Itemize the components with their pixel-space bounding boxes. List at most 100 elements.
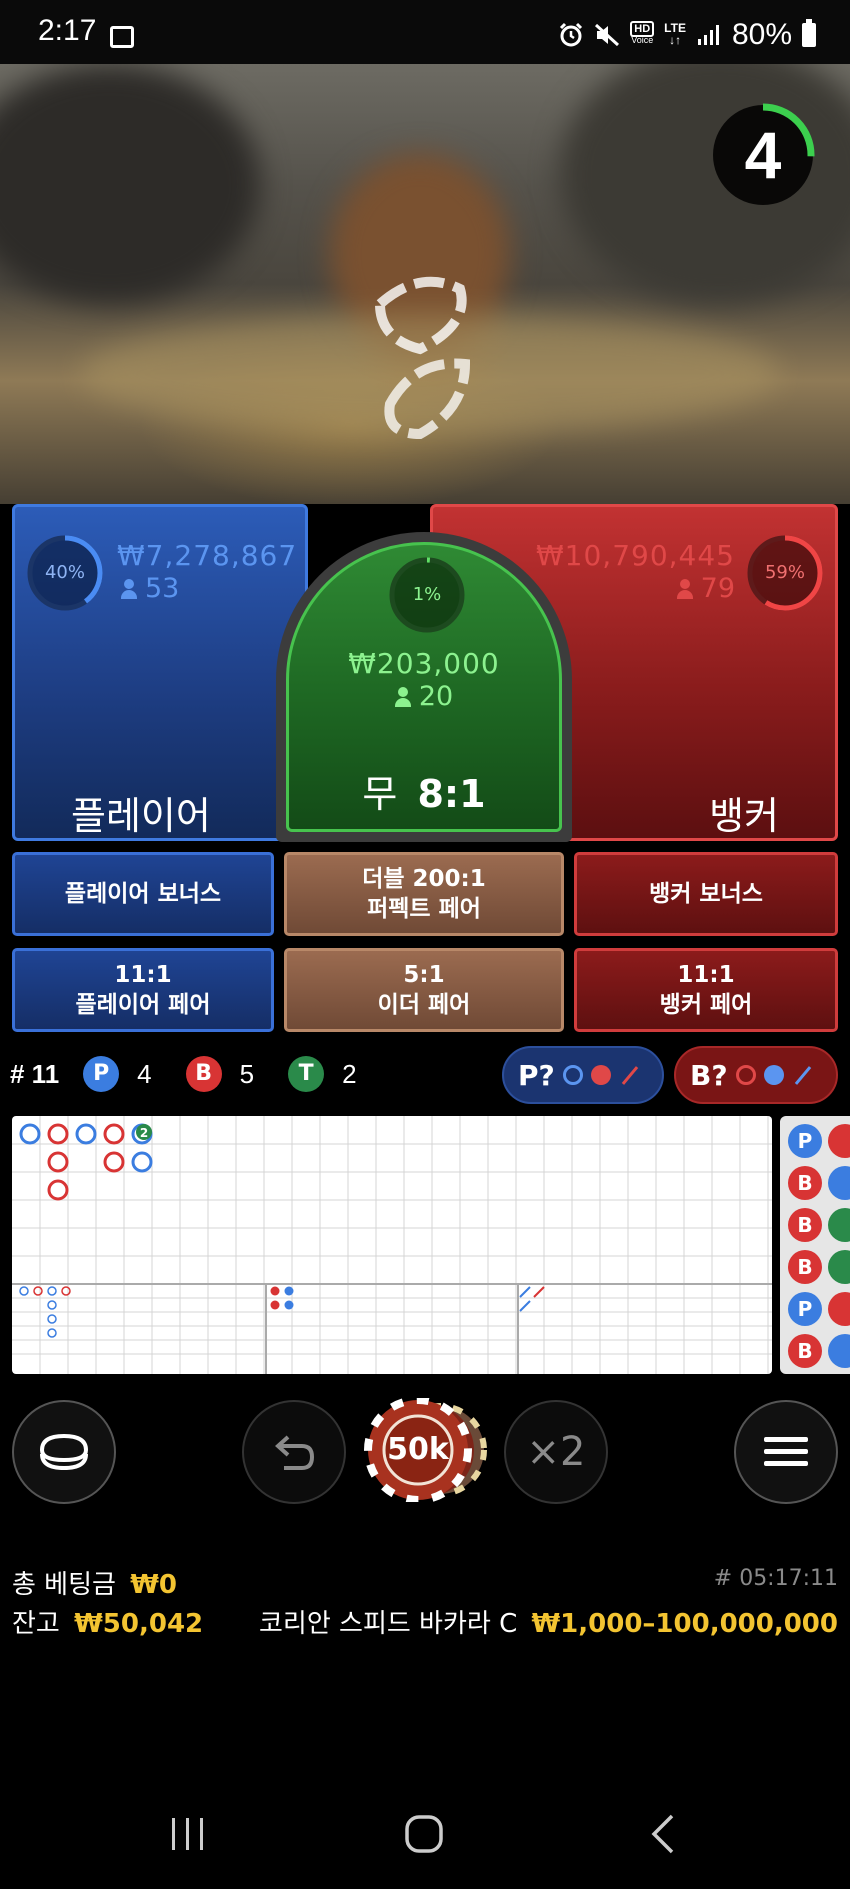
big-road-banker-mark <box>47 1151 69 1173</box>
player-bettors: 53 <box>121 573 179 604</box>
balance-value: ₩50,042 <box>74 1609 204 1639</box>
banker-badge: B <box>185 1056 222 1092</box>
scoreboard-roads[interactable]: 2 <box>12 1116 772 1374</box>
player-bet-amount: ₩7,278,867 <box>117 539 298 572</box>
banker-label: 뱅커 <box>709 794 779 838</box>
lobby-button[interactable] <box>12 1400 116 1504</box>
bead-road-banker: B <box>788 1250 822 1284</box>
countdown-timer: 4 <box>708 100 818 210</box>
tie-bet-inner: 1% ₩203,000 20 무 8:1 <box>286 542 562 832</box>
table-limits: ₩1,000–100,000,000 <box>531 1609 839 1639</box>
cockroach-road-mark <box>533 1286 545 1298</box>
banker-pair-button[interactable]: 11:1 뱅커 페어 <box>574 948 838 1032</box>
banker-pair-label: 뱅커 페어 <box>659 992 753 1018</box>
voice-label: Voice <box>631 35 654 45</box>
small-road-mark <box>270 1300 280 1310</box>
tie-bettors: 20 <box>289 681 559 712</box>
player-percent: 40% <box>44 562 85 583</box>
big-road-banker-mark <box>103 1151 125 1173</box>
player-percent-ring: 40% <box>25 533 105 613</box>
big-road-grid: 2 <box>12 1116 772 1374</box>
big-road-player-mark <box>75 1123 97 1145</box>
tie-percent: 1% <box>412 584 442 605</box>
menu-button[interactable] <box>734 1400 838 1504</box>
bead-road[interactable]: P B B B P B <box>780 1116 850 1374</box>
big-eye-road-mark <box>47 1328 57 1338</box>
cockroach-road-mark <box>519 1300 531 1312</box>
live-video: 4 <box>0 64 850 504</box>
total-bet-line: 총 베팅금 ₩0 <box>12 1564 177 1601</box>
player-bonus-label: 플레이어 보너스 <box>64 881 222 907</box>
total-bet-value: ₩0 <box>130 1570 177 1600</box>
home-icon[interactable] <box>402 1812 446 1856</box>
prediction-big-eye-icon <box>562 1065 583 1085</box>
game-id: # 05:17:11 <box>713 1566 838 1591</box>
perfect-pair-button[interactable]: 더블 200:1 퍼펙트 페어 <box>284 852 564 936</box>
banker-bet-amount: ₩10,790,445 <box>535 539 735 572</box>
banker-predict-label: B? <box>690 1058 728 1092</box>
player-win-count: 4 <box>137 1058 152 1089</box>
person-icon <box>676 578 693 599</box>
banker-pair-odds: 11:1 <box>677 962 735 988</box>
player-bonus-button[interactable]: 플레이어 보너스 <box>12 852 274 936</box>
double-bet-button[interactable]: ×2 <box>504 1400 608 1504</box>
loading-spinner-icon <box>374 276 471 440</box>
person-icon <box>394 686 411 707</box>
timer-value: 4 <box>744 118 782 192</box>
player-badge: P <box>83 1056 120 1092</box>
either-pair-label: 이더 페어 <box>377 992 471 1018</box>
big-eye-road-mark <box>47 1286 57 1296</box>
recent-apps-icon[interactable] <box>168 1814 208 1854</box>
balance-line: 잔고 ₩50,042 <box>12 1603 203 1640</box>
status-bar: 2:17 HD Voice LTE ↓↑ 80% <box>0 0 850 64</box>
status-icons: HD Voice LTE ↓↑ 80% <box>558 18 816 52</box>
player-pair-button[interactable]: 11:1 플레이어 페어 <box>12 948 274 1032</box>
tie-count: 2 <box>342 1058 357 1089</box>
player-bet-area[interactable]: 40% ₩7,278,867 53 플레이어 <box>12 504 308 841</box>
status-time: 2:17 <box>38 14 97 47</box>
banker-predict-button[interactable]: B? <box>674 1046 838 1104</box>
big-road-player-mark <box>131 1151 153 1173</box>
tie-odds: 8:1 <box>417 772 486 816</box>
small-road-mark <box>270 1286 280 1296</box>
table-info: 코리안 스피드 바카라 C ₩1,000–100,000,000 <box>259 1603 838 1640</box>
bead-road-banker: B <box>788 1166 822 1200</box>
banker-percent-ring: 59% <box>745 533 825 613</box>
tie-bet-area[interactable]: 1% ₩203,000 20 무 8:1 <box>276 532 572 842</box>
chip-value: 50k <box>387 1432 449 1467</box>
round-number: # 11 <box>10 1058 60 1089</box>
bead-road-banker: B <box>788 1334 822 1368</box>
tie-label-text: 무 <box>362 772 398 816</box>
bead-road-banker: B <box>788 1208 822 1242</box>
either-pair-odds: 5:1 <box>403 962 445 988</box>
cockroach-road-mark <box>519 1286 531 1298</box>
table-name: 코리안 스피드 바카라 C <box>259 1609 518 1639</box>
tie-bettor-count: 20 <box>418 681 454 712</box>
player-predict-button[interactable]: P? <box>502 1046 664 1104</box>
perfect-pair-odds: 더블 200:1 <box>362 866 486 892</box>
hamburger-menu-icon <box>764 1437 808 1466</box>
chip-selector[interactable]: 50k <box>358 1396 488 1504</box>
small-road-mark <box>284 1300 294 1310</box>
undo-button[interactable] <box>242 1400 346 1504</box>
prediction-cockroach-icon <box>794 1065 811 1085</box>
bead-road-player: P <box>788 1124 822 1158</box>
big-eye-road-mark <box>47 1300 57 1310</box>
tie-percent-ring: 1% <box>387 555 467 635</box>
tie-badge: T <box>288 1056 325 1092</box>
big-eye-road-mark <box>33 1286 43 1296</box>
banker-win-count: 5 <box>239 1058 255 1089</box>
player-predict-label: P? <box>518 1058 555 1092</box>
prediction-big-eye-icon <box>735 1065 756 1085</box>
prediction-small-road-icon <box>590 1065 611 1085</box>
bead-road-player: P <box>788 1292 822 1326</box>
big-road-player-mark <box>19 1123 41 1145</box>
big-road-banker-mark <box>47 1179 69 1201</box>
tie-bet-amount: ₩203,000 <box>348 647 500 680</box>
back-icon[interactable] <box>646 1812 682 1856</box>
player-pair-odds: 11:1 <box>114 962 172 988</box>
banker-bonus-button[interactable]: 뱅커 보너스 <box>574 852 838 936</box>
bead-road-overflow <box>828 1124 850 1374</box>
either-pair-button[interactable]: 5:1 이더 페어 <box>284 948 564 1032</box>
banker-bettors: 79 <box>676 573 735 604</box>
